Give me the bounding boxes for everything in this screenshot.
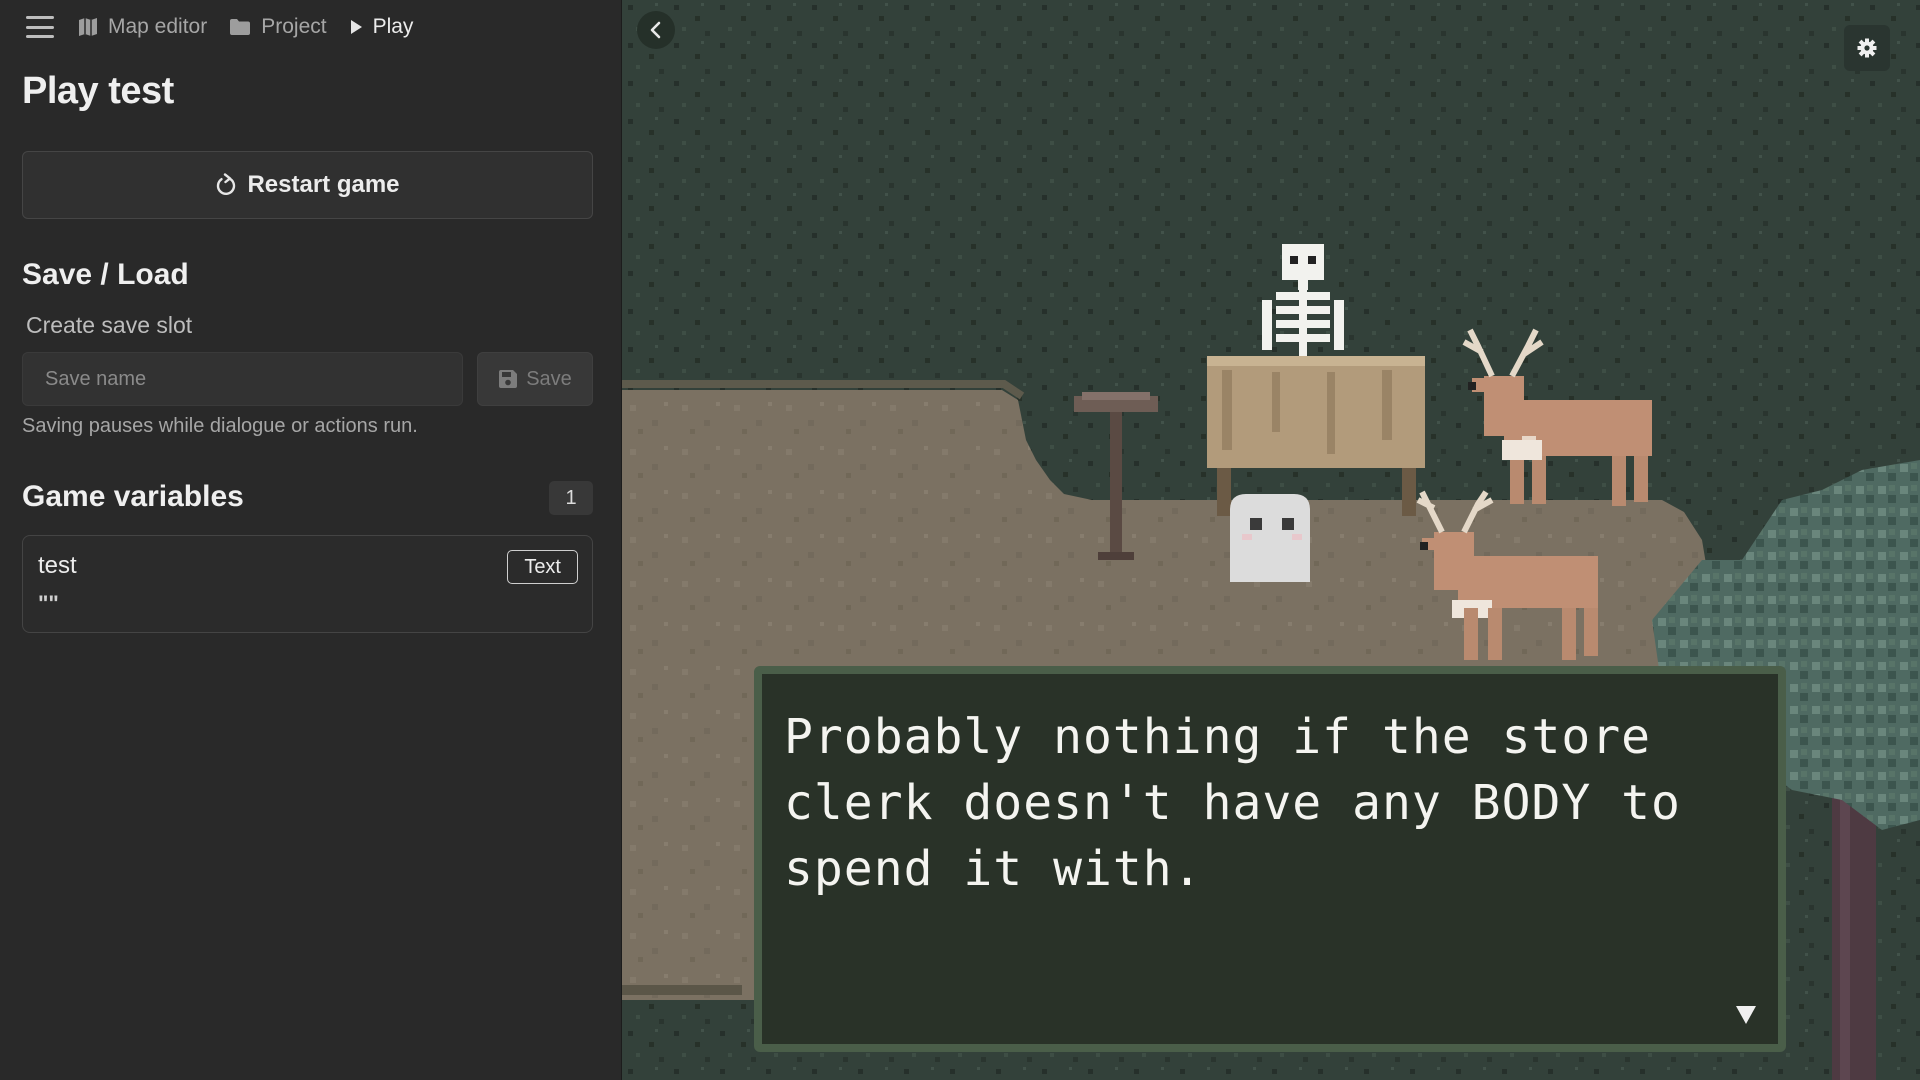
restart-game-button[interactable]: Restart game xyxy=(22,151,593,219)
breadcrumb-label: Play xyxy=(372,15,414,38)
chevron-left-icon xyxy=(650,21,661,39)
game-viewport[interactable]: Probably nothing if the store clerk does… xyxy=(622,0,1920,1080)
folder-icon xyxy=(230,19,251,35)
sidebar: Map editor Project Play Play test Restar… xyxy=(0,0,622,1080)
variables-count-badge: 1 xyxy=(549,481,593,515)
map-icon xyxy=(79,18,97,36)
breadcrumb-label: Project xyxy=(261,15,327,38)
restart-game-label: Restart game xyxy=(247,171,400,198)
save-load-title: Save / Load xyxy=(22,258,189,291)
breadcrumb: Map editor Project Play xyxy=(0,0,622,54)
variable-value: "" xyxy=(38,591,59,616)
dialogue-text: Probably nothing if the store clerk does… xyxy=(784,709,1681,897)
save-button-label: Save xyxy=(526,367,572,390)
save-name-input[interactable] xyxy=(22,352,463,406)
variable-type-badge[interactable]: Text xyxy=(507,550,578,584)
floppy-disk-icon xyxy=(499,370,518,388)
dialogue-box[interactable]: Probably nothing if the store clerk does… xyxy=(754,666,1786,1052)
breadcrumb-play[interactable]: Play xyxy=(349,15,414,39)
save-button[interactable]: Save xyxy=(477,352,593,406)
create-save-slot-label: Create save slot xyxy=(26,312,193,338)
play-icon xyxy=(350,20,362,34)
page-title: Play test xyxy=(22,70,174,112)
save-hint-text: Saving pauses while dialogue or actions … xyxy=(22,415,418,437)
restart-icon xyxy=(217,173,236,195)
breadcrumb-project[interactable]: Project xyxy=(229,15,327,39)
dialogue-continue-arrow-icon[interactable] xyxy=(1736,1006,1756,1024)
breadcrumb-map-editor[interactable]: Map editor xyxy=(78,15,207,39)
collapse-sidebar-button[interactable] xyxy=(637,11,675,49)
variable-card[interactable]: test "" Text xyxy=(22,535,593,633)
hamburger-menu-icon[interactable] xyxy=(26,16,54,38)
variable-name: test xyxy=(38,552,77,579)
breadcrumb-label: Map editor xyxy=(108,15,208,38)
game-variables-title: Game variables xyxy=(22,480,244,513)
game-settings-button[interactable] xyxy=(1844,25,1890,71)
gear-icon xyxy=(1857,38,1877,58)
